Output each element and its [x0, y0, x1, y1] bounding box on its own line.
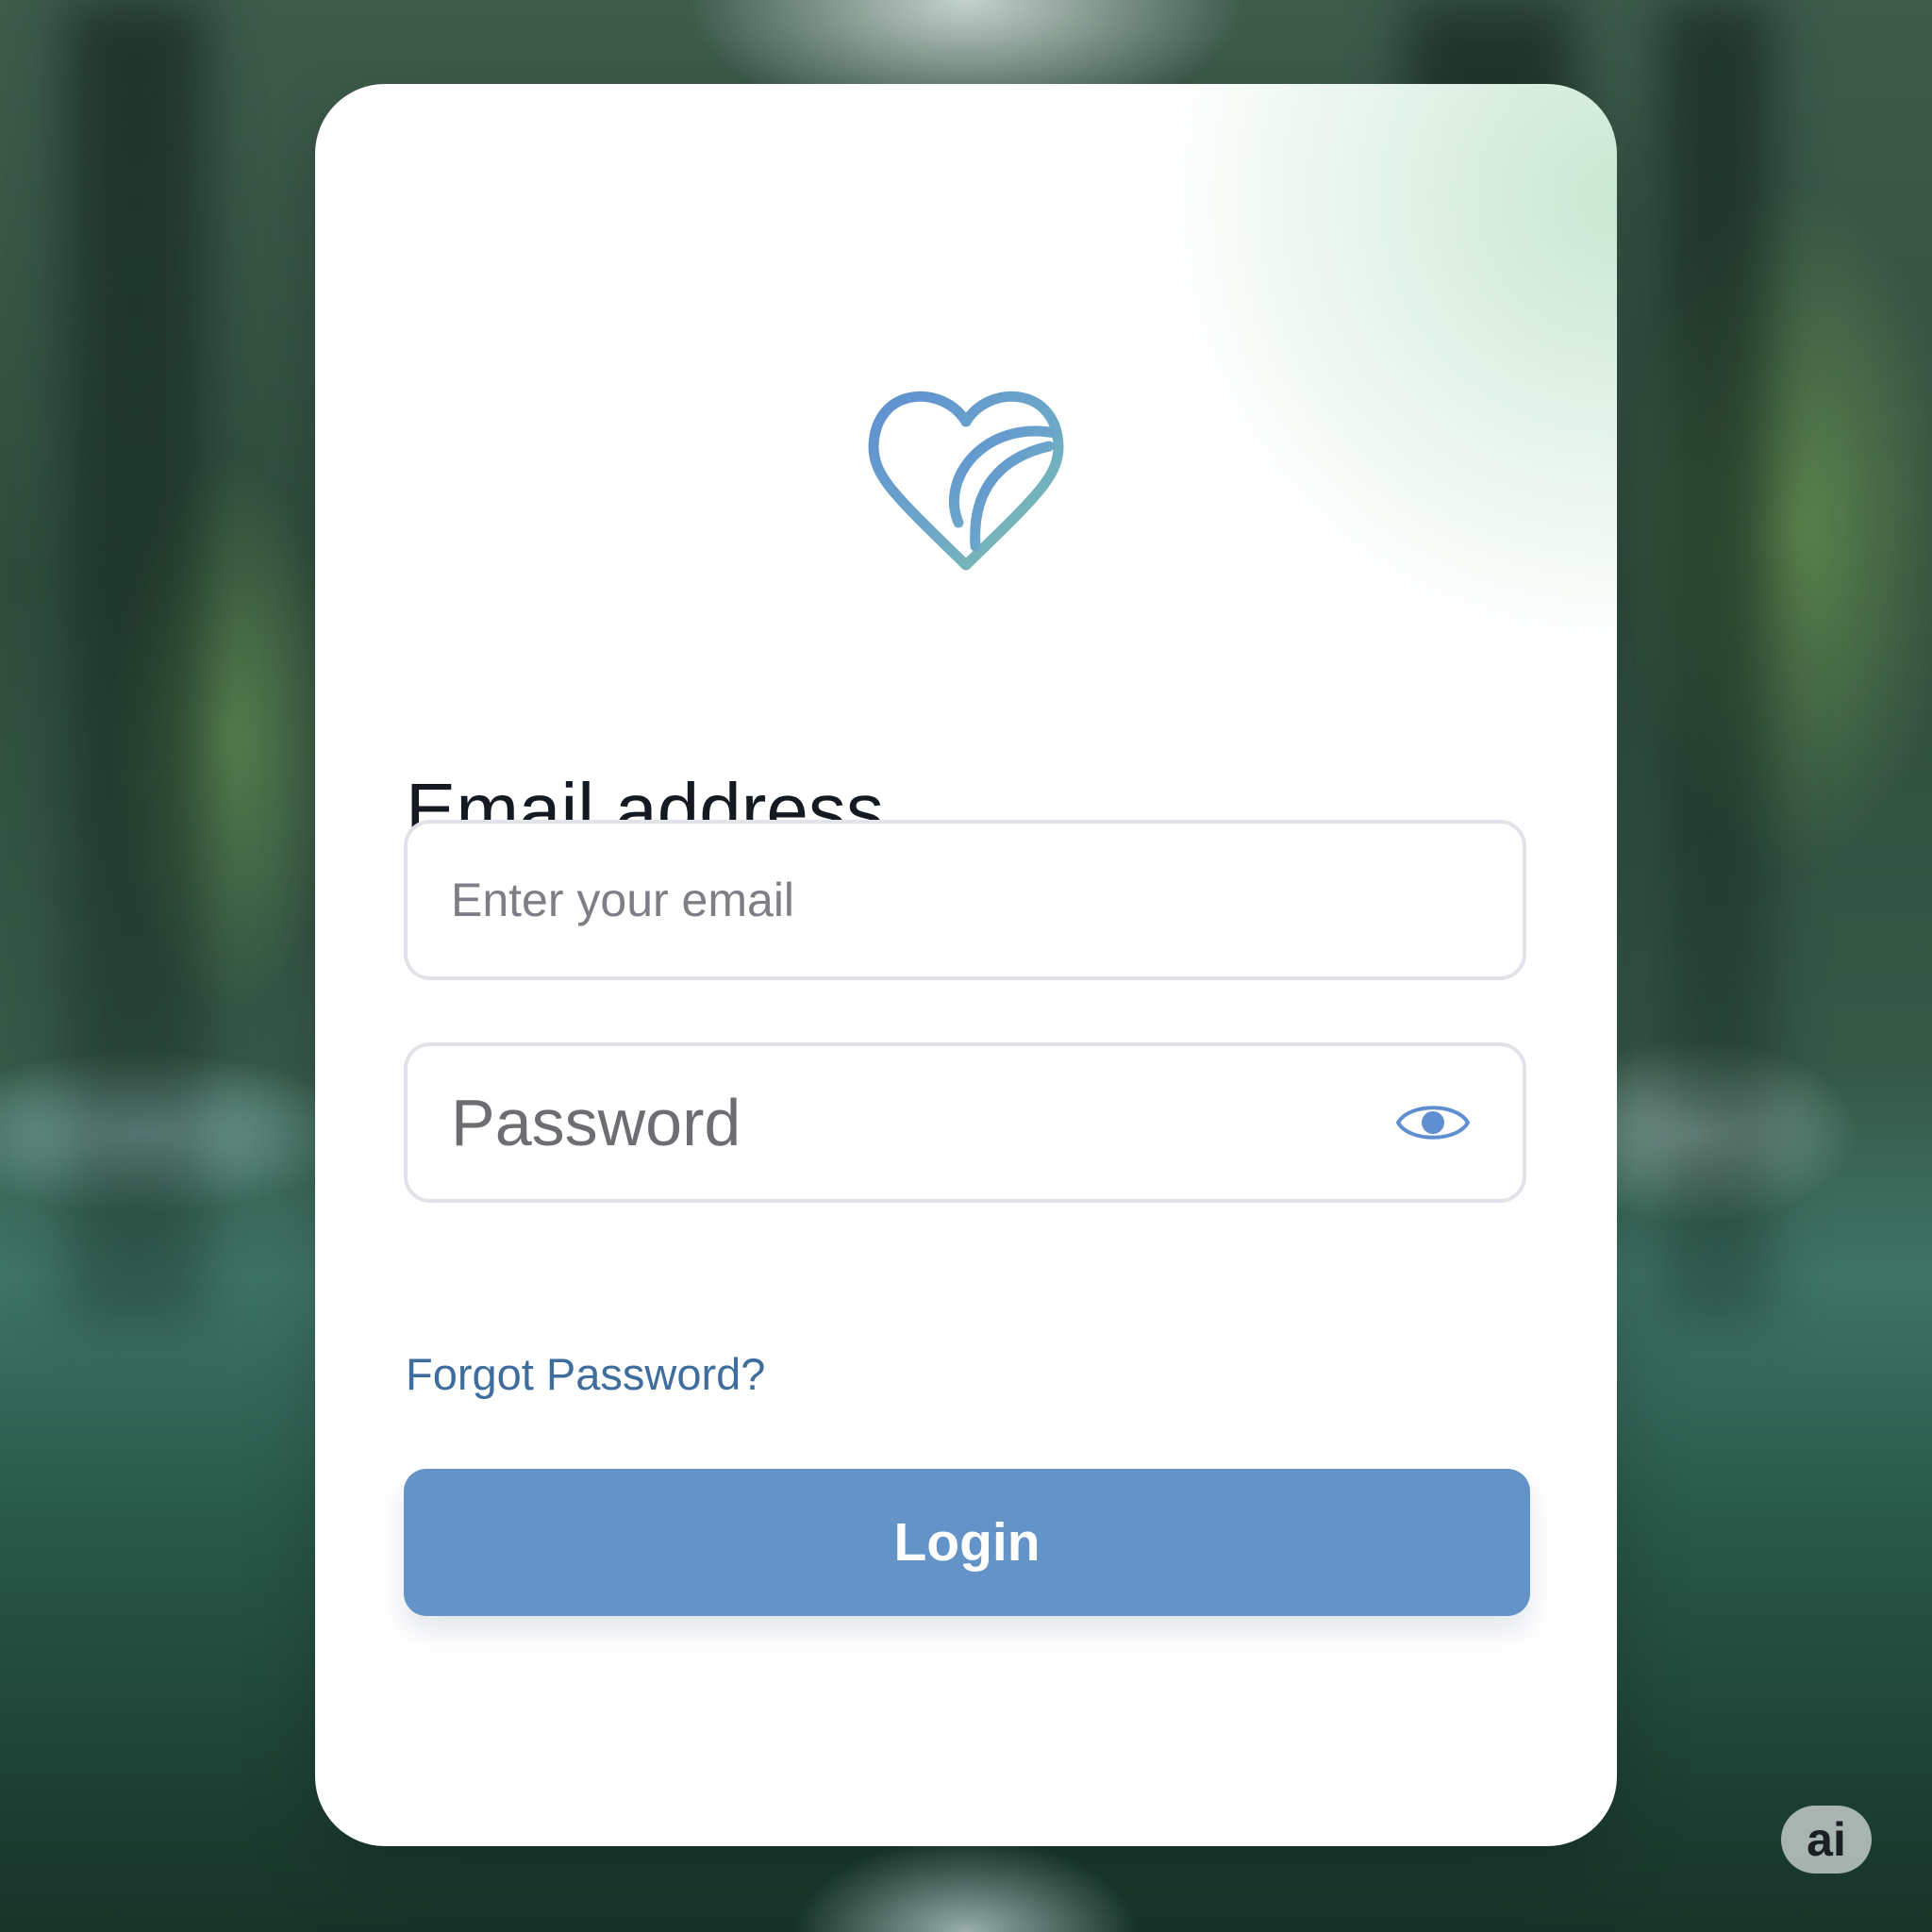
email-placeholder: Enter your email — [451, 874, 795, 926]
heart-leaf-icon — [868, 391, 1064, 571]
background-tree — [1660, 0, 1774, 1321]
login-card: Email address Enter your email Password … — [315, 84, 1617, 1846]
eye-icon[interactable] — [1394, 1095, 1472, 1150]
forgot-password-link[interactable]: Forgot Password? — [406, 1348, 765, 1400]
login-button[interactable]: Login — [404, 1469, 1530, 1616]
password-field[interactable]: Password — [404, 1042, 1526, 1203]
background-tree — [66, 0, 208, 1321]
ai-badge: ai — [1781, 1806, 1872, 1874]
password-placeholder: Password — [451, 1086, 741, 1159]
email-field[interactable]: Enter your email — [404, 820, 1526, 980]
